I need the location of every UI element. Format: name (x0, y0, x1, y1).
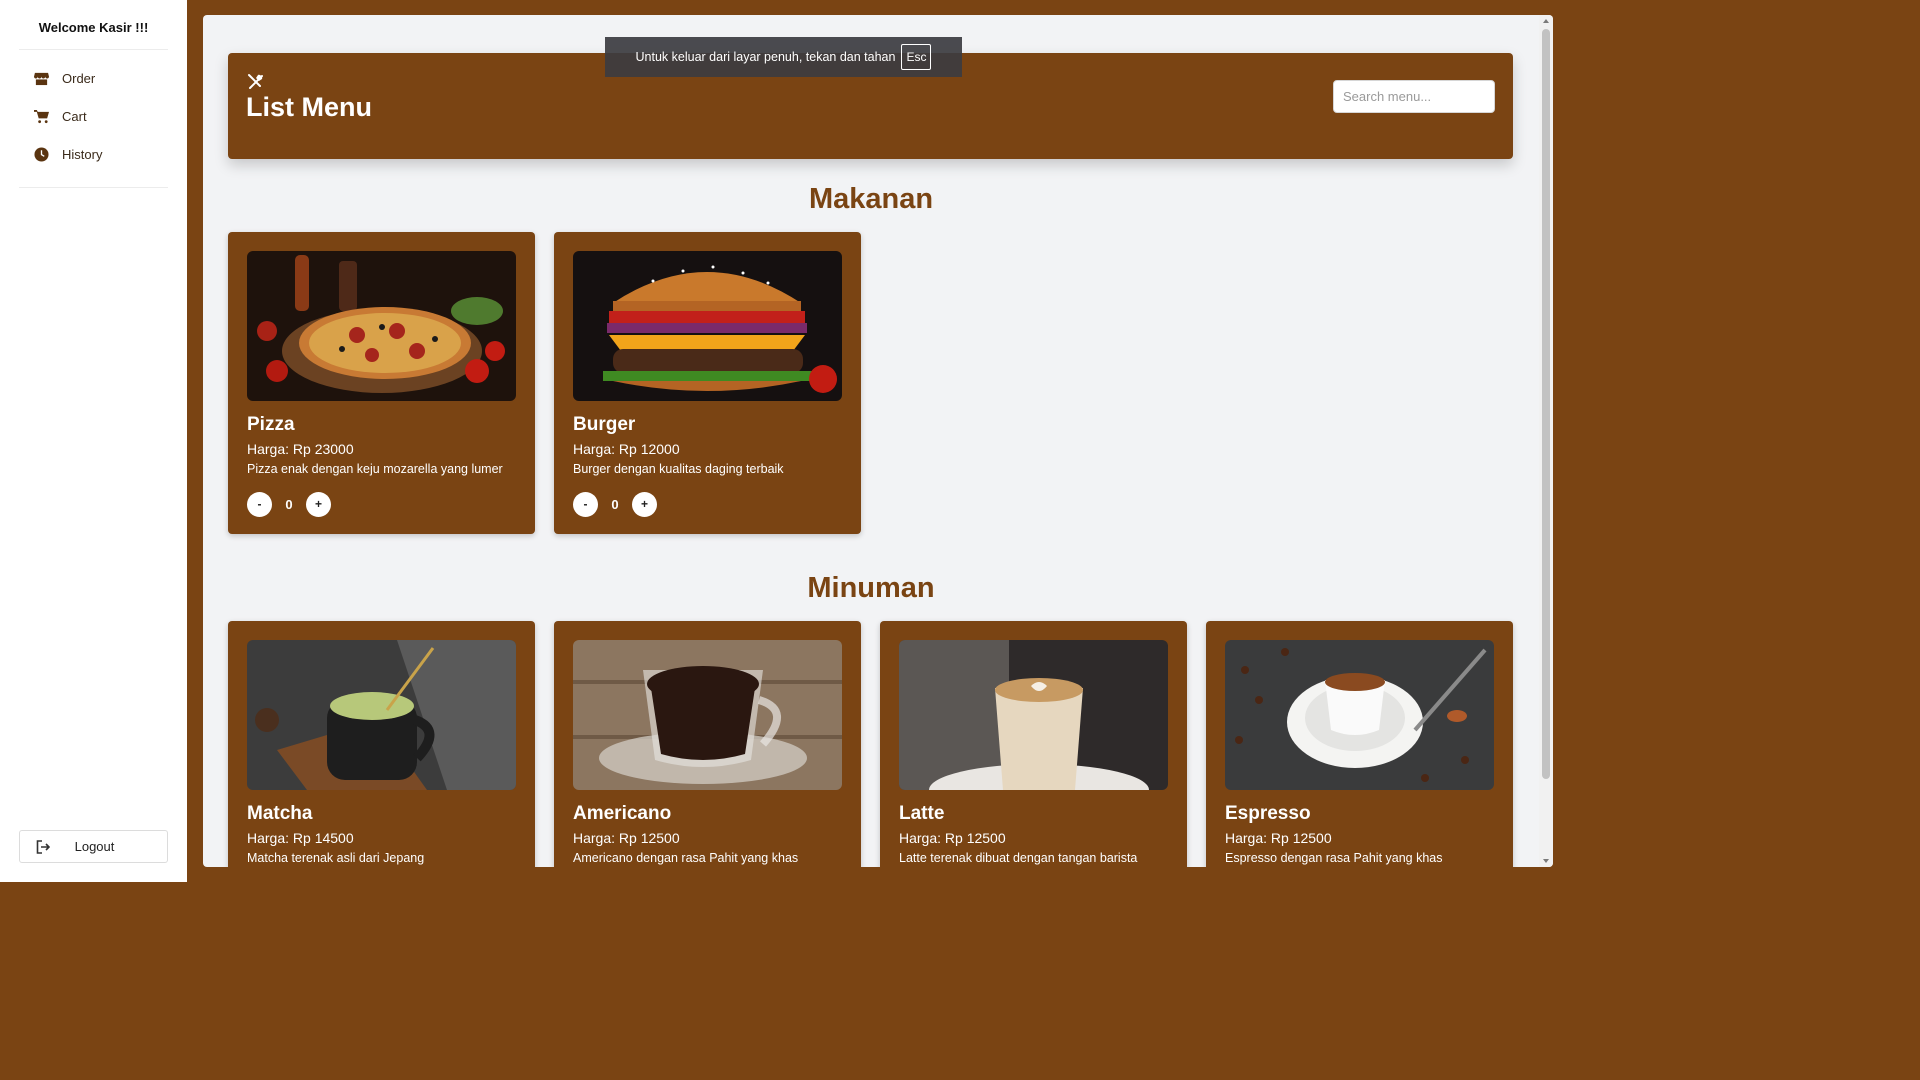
sidebar-item-cart[interactable]: Cart (34, 105, 87, 127)
card-name: Pizza (247, 414, 295, 435)
clock-icon (34, 146, 49, 162)
card-price: Harga: Rp 12500 (1225, 830, 1332, 846)
card-description: Latte terenak dibuat dengan tangan baris… (899, 851, 1138, 865)
card-name: Americano (573, 803, 672, 824)
logout-label: Logout (74, 839, 115, 854)
card-name: Espresso (1225, 803, 1311, 824)
sidebar-divider (19, 49, 168, 50)
menu-card-burger: Burger Harga: Rp 12000 Burger dengan kua… (554, 232, 861, 534)
decrease-button[interactable]: - (247, 491, 272, 517)
vertical-scrollbar[interactable] (1539, 15, 1553, 867)
menu-card-latte: Latte Harga: Rp 12500 Latte terenak dibu… (880, 621, 1187, 867)
card-name: Latte (899, 803, 945, 824)
menu-card-matcha: Matcha Harga: Rp 14500 Matcha terenak as… (228, 621, 535, 867)
sidebar-item-order[interactable]: Order (34, 67, 95, 89)
card-description: Burger dengan kualitas daging terbaik (573, 462, 784, 476)
toast-text: Untuk keluar dari layar penuh, tekan dan… (635, 50, 896, 64)
sidebar-item-history[interactable]: History (34, 143, 102, 165)
scroll-down-arrow[interactable] (1543, 859, 1549, 863)
card-description: Espresso dengan rasa Pahit yang khas (1225, 851, 1443, 865)
menu-card-pizza: Pizza Harga: Rp 23000 Pizza enak dengan … (228, 232, 535, 534)
menu-card-espresso: Espresso Harga: Rp 12500 Espresso dengan… (1206, 621, 1513, 867)
card-price: Harga: Rp 14500 (247, 830, 354, 846)
increase-button[interactable]: + (306, 491, 331, 517)
card-price: Harga: Rp 23000 (247, 441, 354, 457)
store-icon (34, 72, 49, 85)
section-title-minuman: Minuman (807, 572, 935, 604)
americano-image (573, 640, 842, 790)
welcome-text: Welcome Kasir !!! (38, 20, 149, 35)
decrease-button[interactable]: - (573, 491, 598, 517)
quantity-value: 0 (611, 496, 619, 512)
quantity-stepper: - 0 + (247, 491, 331, 517)
search-input[interactable] (1333, 80, 1495, 113)
espresso-image (1225, 640, 1494, 790)
increase-button[interactable]: + (632, 491, 657, 517)
card-name: Burger (573, 414, 636, 435)
sidebar-item-label: Order (62, 70, 96, 86)
main-panel: List Menu Makanan Pizza Harga: Rp 23000 (203, 15, 1553, 867)
card-name: Matcha (247, 803, 313, 824)
card-price: Harga: Rp 12000 (573, 441, 680, 457)
latte-image (899, 640, 1168, 790)
sidebar-item-label: Cart (62, 108, 87, 124)
quantity-stepper: - 0 + (573, 491, 657, 517)
logout-button[interactable]: Logout (19, 830, 168, 863)
card-price: Harga: Rp 12500 (899, 830, 1006, 846)
matcha-image (247, 640, 516, 790)
cart-icon (34, 109, 49, 123)
quantity-value: 0 (285, 496, 293, 512)
scroll-up-arrow[interactable] (1543, 19, 1549, 23)
sidebar-divider (19, 187, 168, 188)
card-description: Matcha terenak asli dari Jepang (247, 851, 425, 865)
sidebar: Welcome Kasir !!! Order Cart History Log… (0, 0, 187, 882)
fullscreen-toast: Untuk keluar dari layar penuh, tekan dan… (605, 37, 962, 77)
scroll-thumb[interactable] (1542, 29, 1550, 779)
menu-card-americano: Americano Harga: Rp 12500 Americano deng… (554, 621, 861, 867)
sidebar-item-label: History (62, 146, 103, 162)
burger-image (573, 251, 842, 401)
card-description: Americano dengan rasa Pahit yang khas (573, 851, 799, 865)
utensils-icon (248, 74, 263, 89)
pizza-image (247, 251, 516, 401)
section-title-makanan: Makanan (808, 183, 934, 215)
page-title: List Menu (246, 92, 372, 122)
esc-key-badge: Esc (901, 44, 932, 70)
card-description: Pizza enak dengan keju mozarella yang lu… (247, 462, 503, 476)
card-price: Harga: Rp 12500 (573, 830, 680, 846)
